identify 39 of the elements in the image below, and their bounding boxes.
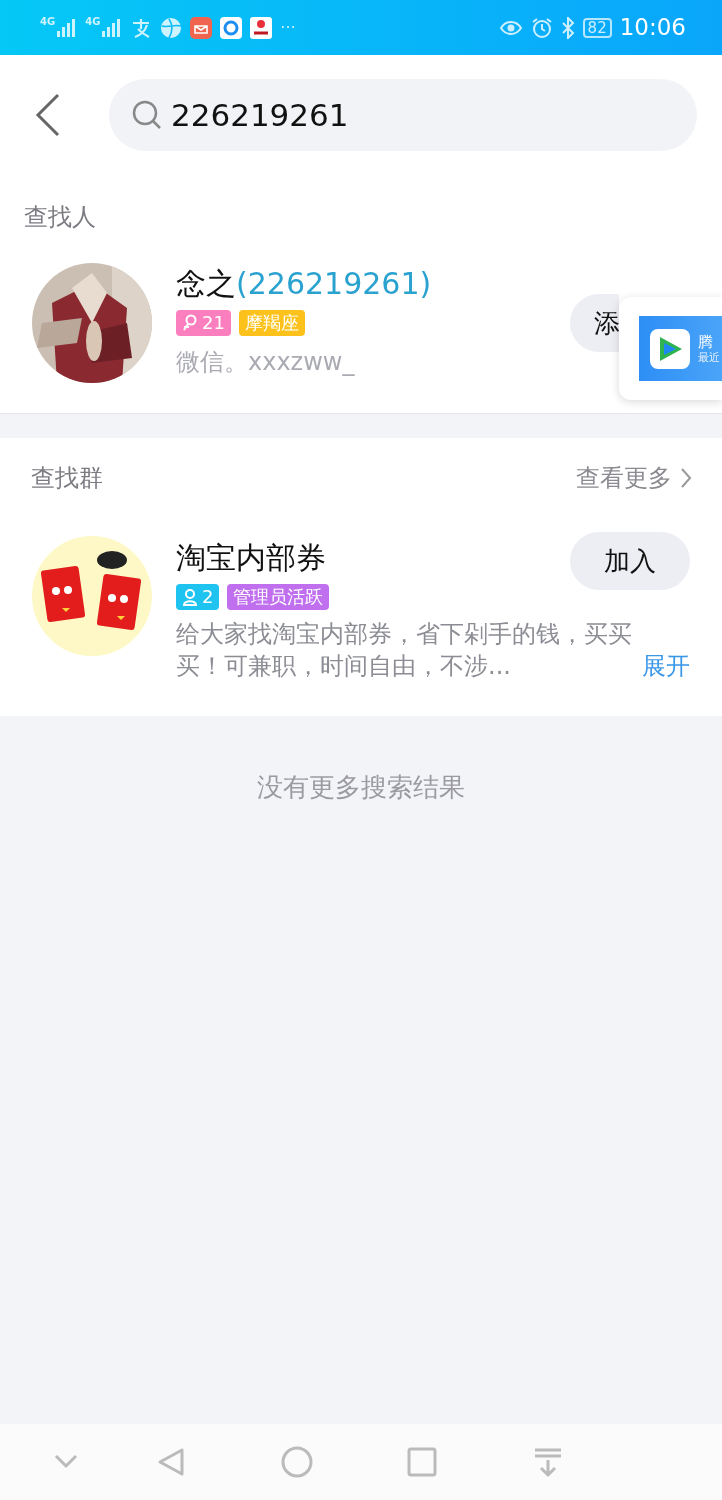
person-icon <box>182 588 198 606</box>
recent-apps-icon[interactable] <box>406 1446 438 1478</box>
group-name: 淘宝内部券 <box>176 539 326 576</box>
account-number: (226219261) <box>236 266 432 302</box>
signal-icon <box>55 16 78 39</box>
signal-icon <box>100 16 123 39</box>
tag: 管理员活跃 <box>227 584 330 610</box>
search-icon <box>131 99 163 131</box>
download-icon[interactable] <box>532 1446 564 1478</box>
section-title: 查找人 <box>24 203 96 231</box>
female-icon <box>182 314 198 332</box>
play-app-icon <box>650 328 690 369</box>
tag: 摩羯座 <box>238 310 305 336</box>
add-button[interactable]: 添 <box>570 294 619 352</box>
network-label: 4G <box>85 16 101 27</box>
bluetooth-icon <box>560 16 575 39</box>
tag: 2 <box>176 584 220 610</box>
alarm-icon <box>530 16 553 39</box>
section-title: 查找群 <box>31 463 103 494</box>
mail-app-icon <box>190 16 213 39</box>
group-description: 给大家找淘宝内部券，省下剁手的钱，买买买！可兼职，时间自由，不涉... <box>176 619 633 682</box>
tag: 21 <box>176 310 231 336</box>
popup-subtitle: 最近 <box>698 350 720 365</box>
globe-icon <box>160 16 183 39</box>
network-label: 4G <box>40 16 56 27</box>
more-notifications-icon: ··· <box>280 15 296 40</box>
clock: 10:06 <box>619 13 686 43</box>
user-subtitle: 微信。xxxzww_ <box>176 347 356 378</box>
search-bar[interactable]: 226219261 <box>109 79 697 151</box>
news-app-icon <box>250 16 273 39</box>
no-more-results-text: 没有更多搜索结果 <box>257 772 465 802</box>
chevron-right-icon <box>680 467 692 489</box>
browser-app-icon <box>220 16 243 39</box>
home-icon[interactable] <box>281 1446 313 1478</box>
popup-title: 腾 <box>698 332 714 351</box>
back-button[interactable] <box>35 93 61 137</box>
user-name: 念之 <box>176 266 236 302</box>
join-button[interactable]: 加入 <box>570 532 690 590</box>
battery-level: 82 <box>582 17 612 38</box>
